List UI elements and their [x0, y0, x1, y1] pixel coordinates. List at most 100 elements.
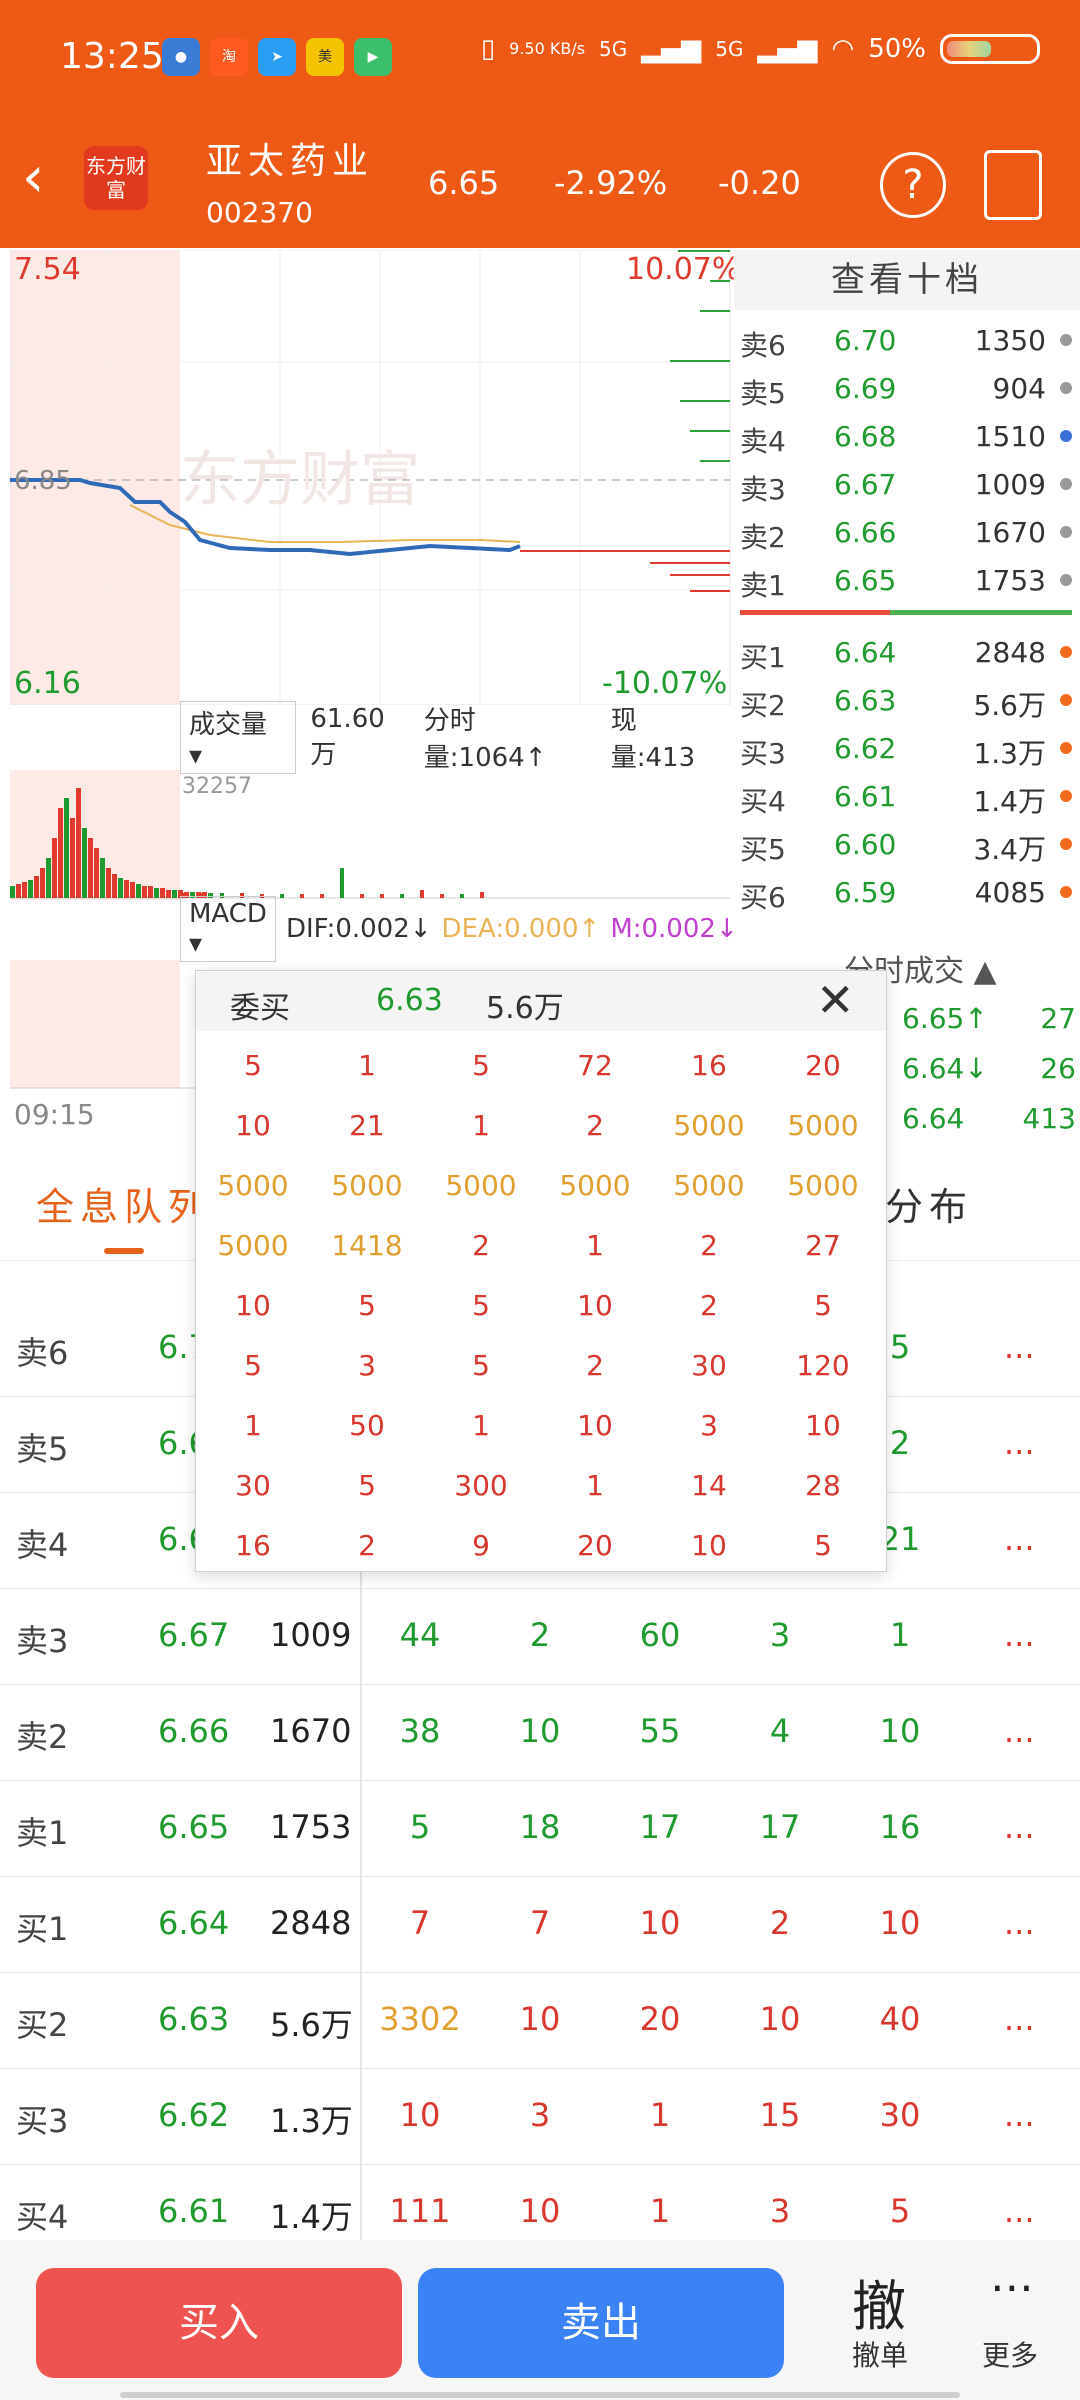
- landscape-icon[interactable]: [984, 150, 1042, 220]
- queue-cell[interactable]: 40: [840, 2000, 960, 2038]
- queue-cell[interactable]: 10: [480, 2192, 600, 2230]
- queue-cell[interactable]: 1: [840, 1616, 960, 1654]
- queue-cell[interactable]: 30: [840, 2096, 960, 2134]
- queue-cell[interactable]: 10: [840, 1712, 960, 1750]
- volume-selector[interactable]: 成交量 ▾: [180, 700, 297, 774]
- queue-cell[interactable]: 7: [360, 1904, 480, 1942]
- popup-queue-cell: 1: [586, 1469, 604, 1502]
- status-dot-icon: [1060, 838, 1072, 850]
- queue-cell[interactable]: 10: [840, 1904, 960, 1942]
- table-row[interactable]: 卖3 6.67 1009 44 2 60 3 1...: [0, 1588, 1080, 1685]
- volume-header: 成交量 ▾ 61.60万 分时量:1064↑ 现量:413: [180, 700, 720, 774]
- queue-cell[interactable]: 55: [600, 1712, 720, 1750]
- queue-cell[interactable]: 60: [600, 1616, 720, 1654]
- sell-ratio-bar: [740, 610, 890, 615]
- queue-cell[interactable]: 7: [480, 1904, 600, 1942]
- queue-cell[interactable]: 5: [360, 1808, 480, 1846]
- buy-button[interactable]: 买入: [36, 2268, 402, 2378]
- queue-cell[interactable]: 3: [480, 2096, 600, 2134]
- row-more-button[interactable]: ...: [1004, 1808, 1035, 1846]
- queue-cell[interactable]: 44: [360, 1616, 480, 1654]
- buy-level-row: 买2 6.63 5.6万: [734, 676, 1080, 724]
- table-row[interactable]: 买2 6.63 5.6万 3302 10 20 10 40...: [0, 1972, 1080, 2069]
- net-speed: 9.50 KB/s: [509, 39, 586, 58]
- queue-cell[interactable]: 2: [720, 1904, 840, 1942]
- queue-cell[interactable]: 3302: [360, 2000, 480, 2038]
- row-more-button[interactable]: ...: [1004, 1712, 1035, 1750]
- table-row[interactable]: 买3 6.62 1.3万 10 3 1 15 30...: [0, 2068, 1080, 2165]
- queue-cell[interactable]: 1: [600, 2192, 720, 2230]
- send-icon: ➤: [258, 38, 296, 76]
- queue-cell[interactable]: 10: [360, 2096, 480, 2134]
- queue-cell[interactable]: 10: [600, 1904, 720, 1942]
- row-more-button[interactable]: ...: [1004, 2192, 1035, 2230]
- row-more-button[interactable]: ...: [1004, 1616, 1035, 1654]
- close-icon[interactable]: ✕: [816, 973, 855, 1027]
- queue-cell[interactable]: 4: [720, 1712, 840, 1750]
- sell-button[interactable]: 卖出: [418, 2268, 784, 2378]
- row-more-button[interactable]: ...: [1004, 1424, 1035, 1462]
- table-row[interactable]: 卖1 6.65 1753 5 18 17 17 16...: [0, 1780, 1080, 1877]
- level-label: 卖1: [740, 569, 786, 602]
- level-label: 卖3: [740, 473, 786, 506]
- intraday-chart[interactable]: 东方财富 7.54 10.07% 6.85 6.16 -10.07%: [9, 249, 740, 706]
- volume-bar: [82, 828, 87, 898]
- popup-queue-cell: 5: [472, 1049, 490, 1082]
- queue-cell[interactable]: 20: [600, 2000, 720, 2038]
- cancel-order-button[interactable]: 撤单: [852, 2334, 908, 2374]
- tab-distribution[interactable]: 分布: [885, 1176, 973, 1231]
- ten-level-button[interactable]: 查看十档: [734, 250, 1080, 310]
- volume-bar: [280, 894, 284, 898]
- more-icon[interactable]: ⋯: [990, 2262, 1034, 2313]
- queue-cell[interactable]: 5: [840, 2192, 960, 2230]
- table-row[interactable]: 买1 6.64 2848 7 7 10 2 10...: [0, 1876, 1080, 1973]
- popup-queue-cell: 16: [235, 1529, 271, 1562]
- queue-cell[interactable]: 17: [600, 1808, 720, 1846]
- volume-bar: [94, 848, 99, 898]
- macd-selector[interactable]: MACD ▾: [180, 896, 276, 962]
- queue-cell[interactable]: 1: [600, 2096, 720, 2134]
- status-dot-icon: [1060, 790, 1072, 802]
- popup-queue-cell: 300: [454, 1469, 508, 1502]
- row-more-button[interactable]: ...: [1004, 1520, 1035, 1558]
- queue-popup[interactable]: 委买 6.63 5.6万 ✕ 5 1 5 72 16 20 10 21 1 2 5000 5000 50…: [195, 970, 887, 1572]
- tab-full-queue[interactable]: 全息队列: [36, 1176, 212, 1231]
- volume-bar: [420, 890, 424, 898]
- level-volume: 3.4万: [973, 833, 1046, 866]
- queue-cell[interactable]: 18: [480, 1808, 600, 1846]
- row-more-button[interactable]: ...: [1004, 2096, 1035, 2134]
- queue-cell[interactable]: 17: [720, 1808, 840, 1846]
- popup-queue-cell: 5: [472, 1349, 490, 1382]
- row-volume: 1009: [270, 1616, 352, 1654]
- volume-bar: [10, 886, 15, 898]
- table-row[interactable]: 卖2 6.66 1670 38 10 55 4 10...: [0, 1684, 1080, 1781]
- cancel-order-icon[interactable]: 撤: [852, 2262, 906, 2341]
- help-icon[interactable]: ?: [880, 152, 946, 218]
- queue-cell[interactable]: 10: [480, 2000, 600, 2038]
- popup-queue-cell: 5: [358, 1469, 376, 1502]
- queue-cell[interactable]: 3: [720, 2192, 840, 2230]
- row-more-button[interactable]: ...: [1004, 1328, 1035, 1366]
- more-button[interactable]: 更多: [982, 2334, 1038, 2374]
- row-price: 6.65: [158, 1808, 230, 1846]
- back-icon[interactable]: ‹: [22, 150, 44, 206]
- sell-level-row: 卖1 6.65 1753: [734, 556, 1080, 604]
- level-price: 6.64: [834, 636, 897, 669]
- popup-queue-cell: 72: [577, 1049, 613, 1082]
- queue-cell[interactable]: 2: [480, 1616, 600, 1654]
- queue-cell[interactable]: 38: [360, 1712, 480, 1750]
- popup-queue-cell: 28: [805, 1469, 841, 1502]
- queue-cell[interactable]: 10: [480, 1712, 600, 1750]
- row-more-button[interactable]: ...: [1004, 2000, 1035, 2038]
- row-label: 卖1: [16, 1814, 69, 1852]
- queue-cell[interactable]: 10: [720, 2000, 840, 2038]
- queue-cell[interactable]: 16: [840, 1808, 960, 1846]
- queue-cell[interactable]: 111: [360, 2192, 480, 2230]
- queue-cell[interactable]: 3: [720, 1616, 840, 1654]
- queue-cell[interactable]: 15: [720, 2096, 840, 2134]
- popup-queue-cell: 2: [700, 1229, 718, 1262]
- volume-bar: [70, 818, 75, 898]
- sell-level-row: 卖2 6.66 1670: [734, 508, 1080, 556]
- popup-queue-cell: 5000: [217, 1169, 289, 1202]
- row-more-button[interactable]: ...: [1004, 1904, 1035, 1942]
